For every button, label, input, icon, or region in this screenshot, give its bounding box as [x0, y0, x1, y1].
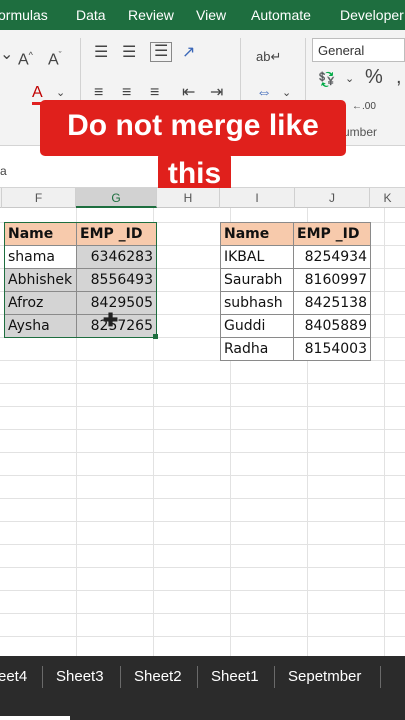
table-cell-name[interactable]: Afroz — [4, 291, 77, 315]
table-cell-emp-id[interactable]: 8154003 — [293, 337, 371, 361]
tab-formulas[interactable]: ormulas — [0, 6, 48, 24]
table-cell-name[interactable]: IKBAL — [220, 245, 294, 269]
currency-dropdown-icon[interactable]: ⌄ — [345, 70, 354, 88]
sheet-tab-sheet2[interactable]: Sheet2 — [134, 666, 182, 688]
font-shrink-icon[interactable]: Aˇ — [48, 46, 62, 69]
wrap-text-icon[interactable]: ab↵ — [256, 48, 281, 66]
table-cell-name[interactable]: shama — [4, 245, 77, 269]
sheet-tab-bar: eet4 Sheet3 Sheet2 Sheet1 Sepetmber — [0, 656, 405, 720]
table-cell-name[interactable]: Abhishek — [4, 268, 77, 292]
table-cell-name[interactable]: Guddi — [220, 314, 294, 338]
table-cell-name[interactable]: Aysha — [4, 314, 77, 338]
table-cell-emp-id[interactable]: 8254934 — [293, 245, 371, 269]
column-header-f[interactable]: F — [2, 188, 76, 208]
table-cell-name[interactable]: Saurabh — [220, 268, 294, 292]
orientation-icon[interactable]: ↗ — [182, 44, 195, 62]
sheet-tab-sepetmber[interactable]: Sepetmber — [288, 666, 361, 688]
employee-table-right: Name EMP _ID IKBAL 8254934 Saurabh 81609… — [220, 222, 371, 361]
percent-icon[interactable]: % — [365, 67, 383, 87]
tab-data[interactable]: Data — [76, 6, 106, 24]
column-header-j[interactable]: J — [295, 188, 370, 208]
comma-style-icon[interactable]: , — [396, 67, 402, 87]
tab-view[interactable]: View — [196, 6, 226, 24]
tab-developer[interactable]: Developer — [340, 6, 404, 24]
progress-strip — [0, 716, 70, 720]
table-cell-emp-id[interactable]: 8160997 — [293, 268, 371, 292]
sheet-tab-sheet3[interactable]: Sheet3 — [56, 666, 104, 688]
sheet-tab-sheet4[interactable]: eet4 — [0, 666, 27, 688]
align-middle-icon[interactable]: ☰ — [122, 44, 136, 62]
number-group-label: umber — [343, 125, 378, 139]
employee-table-left: Name EMP _ID shama 6346283 Abhishek 8556… — [4, 222, 157, 338]
sheet-tab-divider — [42, 666, 43, 688]
worksheet-grid[interactable]: Name EMP _ID shama 6346283 Abhishek 8556… — [0, 208, 405, 656]
column-header-h[interactable]: H — [157, 188, 220, 208]
table-cell-name[interactable]: Radha — [220, 337, 294, 361]
table-cell-emp-id[interactable]: 8425138 — [293, 291, 371, 315]
font-size-dropdown-icon[interactable]: ⌄ — [0, 46, 13, 64]
tab-review[interactable]: Review — [128, 6, 174, 24]
fill-handle[interactable] — [153, 334, 158, 339]
table-cell-emp-id[interactable]: 8405889 — [293, 314, 371, 338]
table-cell-emp-id[interactable]: 6346283 — [76, 245, 157, 269]
caption-banner: Do not merge like — [40, 100, 346, 156]
column-header-g[interactable]: G — [76, 188, 157, 208]
column-header-row: F G H I J K — [0, 188, 405, 208]
number-format-select[interactable]: General — [312, 38, 405, 62]
table-cell-emp-id[interactable]: 8556493 — [76, 268, 157, 292]
align-top-icon[interactable]: ☰ — [94, 44, 108, 62]
sheet-tab-sheet1[interactable]: Sheet1 — [211, 666, 259, 688]
table-cell-name[interactable]: subhash — [220, 291, 294, 315]
table-header-name[interactable]: Name — [220, 222, 294, 246]
sheet-tab-divider — [380, 666, 381, 688]
increase-decimal-icon[interactable]: ←.00 — [352, 98, 376, 116]
table-header-name[interactable]: Name — [4, 222, 77, 246]
column-header-k[interactable]: K — [370, 188, 405, 208]
sheet-tab-divider — [274, 666, 275, 688]
align-bottom-icon[interactable]: ☰ — [150, 42, 173, 62]
ribbon-tab-bar: ormulas Data Review View Automate Develo… — [0, 0, 405, 30]
font-grow-icon[interactable]: A^ — [18, 46, 33, 69]
sheet-tab-divider — [120, 666, 121, 688]
name-box-edge[interactable]: a — [0, 164, 7, 178]
table-header-emp-id[interactable]: EMP _ID — [293, 222, 371, 246]
column-header-i[interactable]: I — [220, 188, 295, 208]
sheet-tab-divider — [197, 666, 198, 688]
tab-automate[interactable]: Automate — [251, 6, 311, 24]
table-header-emp-id[interactable]: EMP _ID — [76, 222, 157, 246]
cell-cursor-icon: ✚ — [103, 310, 119, 330]
currency-icon[interactable]: 💱 — [318, 70, 335, 88]
